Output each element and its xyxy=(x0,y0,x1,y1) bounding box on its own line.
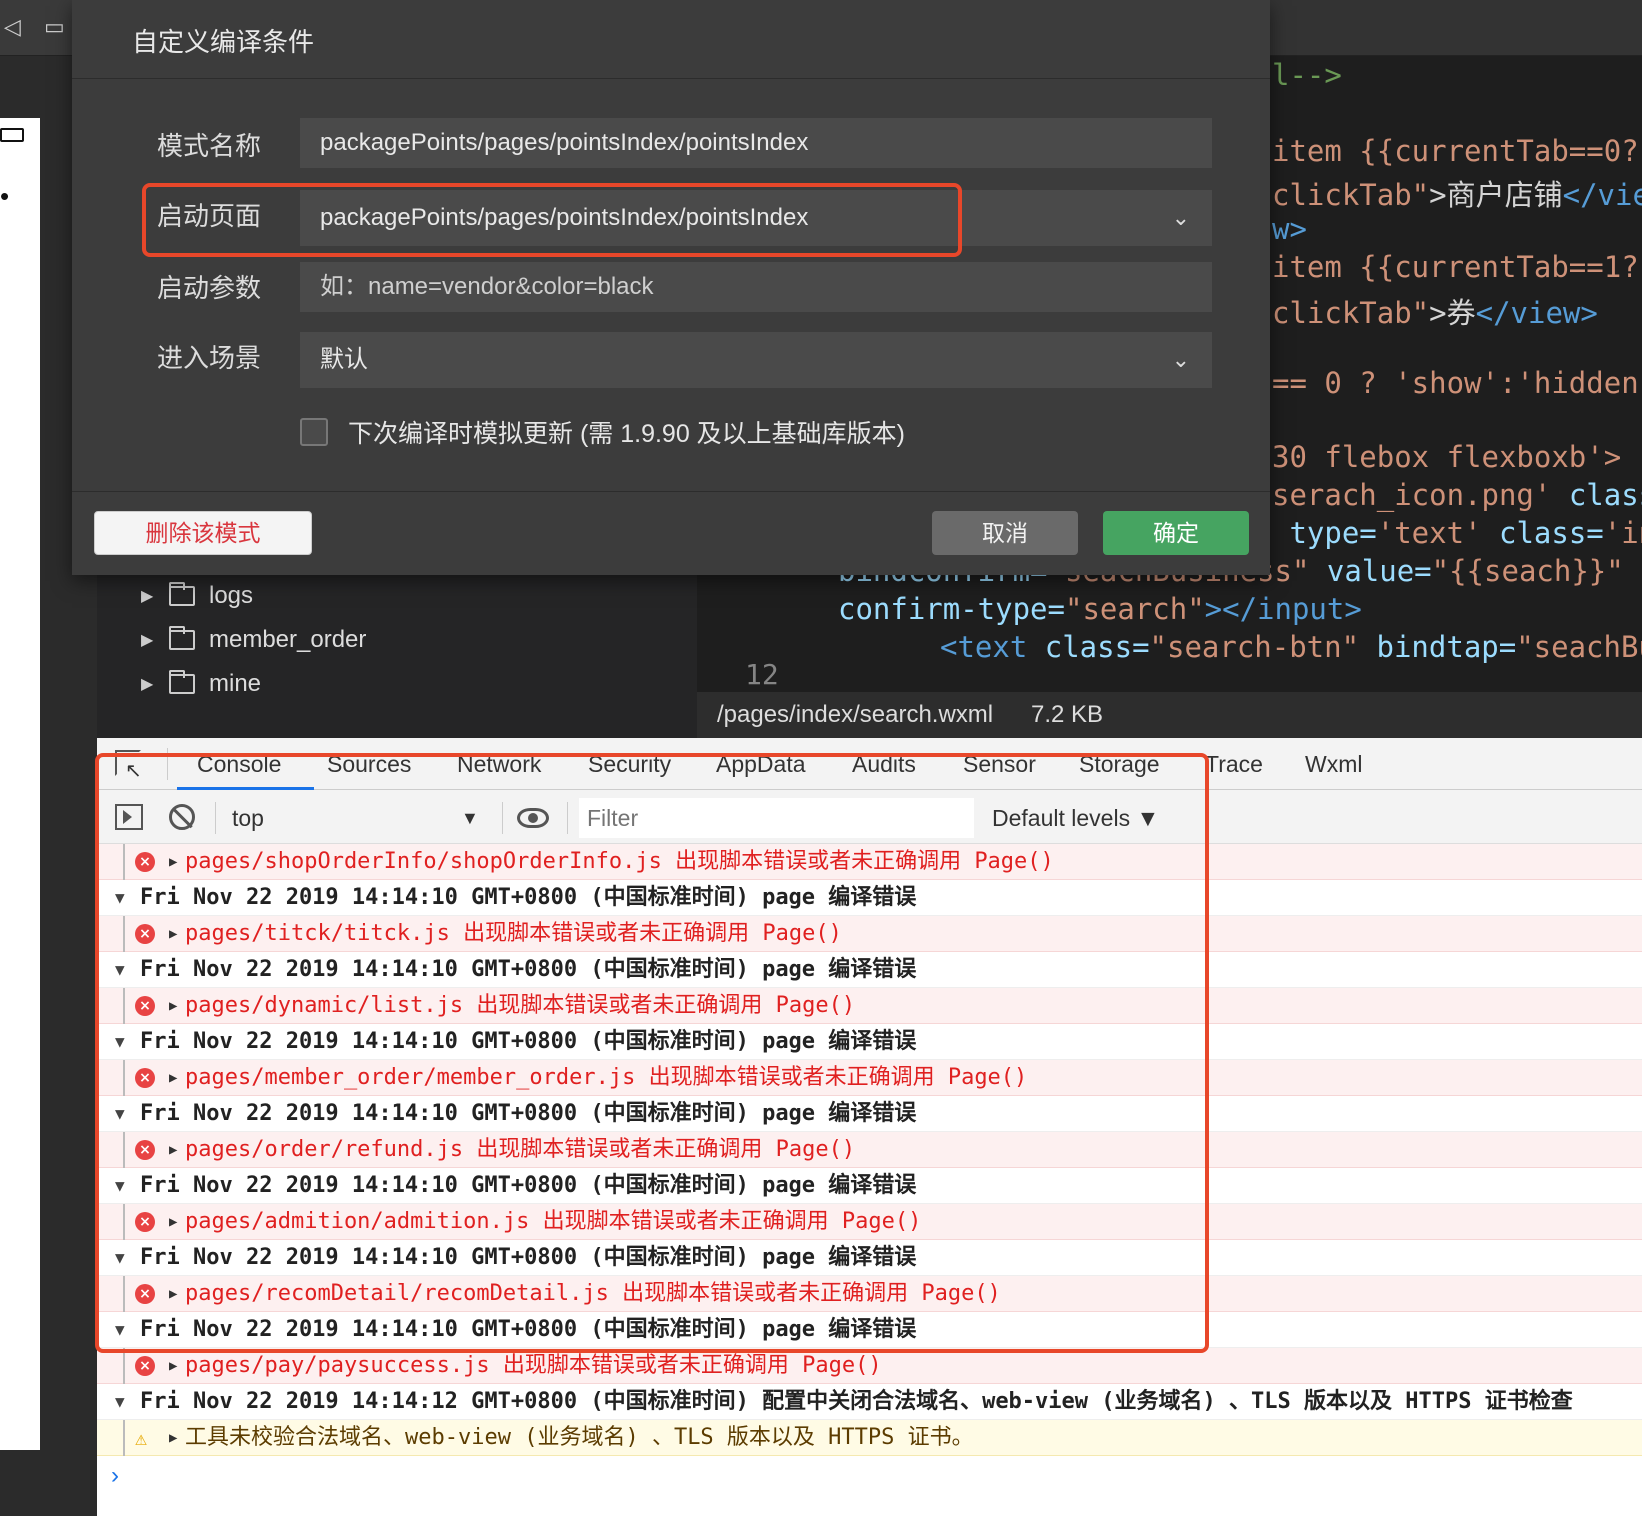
console-prompt[interactable]: › xyxy=(111,1462,119,1490)
confirm-button[interactable]: 确定 xyxy=(1103,511,1249,555)
tab-wxml[interactable]: Wxml xyxy=(1305,738,1362,790)
folder-icon xyxy=(169,626,195,650)
code-line: type='text' class='in xyxy=(1272,516,1642,550)
tree-folder-mine[interactable]: ▶ mine xyxy=(141,664,261,704)
code-line: item {{currentTab==1?' xyxy=(1272,250,1642,284)
code-line: clickTab">券</view> xyxy=(1272,296,1598,330)
mode-name-input[interactable]: packagePoints/pages/pointsIndex/pointsIn… xyxy=(300,118,1212,168)
code-line: 30 flebox flexboxb'> xyxy=(1272,440,1622,474)
more-dots-icon[interactable]: • xyxy=(0,183,9,209)
folder-icon xyxy=(169,582,195,606)
simulate-update-checkbox[interactable] xyxy=(300,418,328,446)
code-line: == 0 ? 'show':'hidden' xyxy=(1272,366,1642,400)
volume-icon[interactable]: ◁ xyxy=(4,14,21,40)
group-title: Fri Nov 22 2019 14:14:12 GMT+0800 (中国标准时… xyxy=(140,1389,1573,1414)
code-line: l--> xyxy=(1272,58,1342,92)
tree-folder-member-order[interactable]: ▶ member_order xyxy=(141,620,366,660)
editor-tab-bar xyxy=(1270,0,1642,56)
divider xyxy=(72,491,1270,492)
code-line: <text class="search-btn" bindtap="seachB… xyxy=(940,630,1642,664)
code-line: w> xyxy=(1272,212,1307,246)
file-tree: ▶ logs ▶ member_order ▶ mine xyxy=(97,568,697,738)
launch-params-input[interactable]: 如：name=vendor&color=black xyxy=(300,262,1212,312)
file-path: /pages/index/search.wxml xyxy=(717,701,994,728)
battery-icon xyxy=(0,128,24,142)
chevron-right-icon: ▶ xyxy=(141,632,154,649)
window-icon[interactable]: ▭ xyxy=(44,14,65,40)
error-message: pages/pay/paysuccess.js 出现脚本错误或者未正确调用 Pa… xyxy=(185,1353,882,1378)
launch-page-highlight-box xyxy=(142,183,962,257)
code-line: serach_icon.png' class xyxy=(1272,478,1642,512)
custom-compile-dialog: 自定义编译条件 模式名称 packagePoints/pages/pointsI… xyxy=(72,0,1270,575)
warning-message: 工具未校验合法域名、web-view (业务域名) 、TLS 版本以及 HTTP… xyxy=(185,1425,974,1450)
chevron-right-icon: ▶ xyxy=(141,676,154,693)
log-warning-row[interactable]: ⚠ ▶ 工具未校验合法域名、web-view (业务域名) 、TLS 版本以及 … xyxy=(97,1420,1642,1456)
error-icon: × xyxy=(135,1356,155,1376)
chevron-right-icon: ▶ xyxy=(141,588,154,605)
chevron-down-icon: ⌄ xyxy=(1171,347,1190,372)
log-group-header[interactable]: ▼ Fri Nov 22 2019 14:14:12 GMT+0800 (中国标… xyxy=(97,1384,1642,1420)
code-line: confirm-type="search"></input> xyxy=(838,592,1362,626)
mode-name-label: 模式名称 xyxy=(157,131,262,161)
scene-label: 进入场景 xyxy=(157,343,262,373)
tree-folder-logs[interactable]: ▶ logs xyxy=(141,576,253,616)
simulator-panel xyxy=(0,118,40,1450)
tree-folder-label: logs xyxy=(209,582,254,609)
simulate-update-label: 下次编译时模拟更新 (需 1.9.90 及以上基础库版本) xyxy=(348,420,905,448)
console-highlight-box xyxy=(95,753,1209,1353)
warning-icon: ⚠ xyxy=(135,1426,148,1450)
delete-mode-button[interactable]: 删除该模式 xyxy=(94,511,312,555)
collapse-arrow-icon[interactable]: ▼ xyxy=(115,1384,125,1420)
expand-arrow-icon[interactable]: ▶ xyxy=(169,1420,177,1456)
chevron-down-icon: ⌄ xyxy=(1171,205,1190,230)
line-number: 12 xyxy=(745,658,779,691)
tree-folder-label: member_order xyxy=(209,626,367,653)
tab-trace[interactable]: Trace xyxy=(1205,738,1263,790)
dialog-title: 自定义编译条件 xyxy=(132,27,315,57)
scene-select[interactable]: 默认 ⌄ xyxy=(300,332,1212,388)
launch-params-label: 启动参数 xyxy=(157,273,262,303)
top-toolbar-strip: ◁ ▭ xyxy=(0,0,72,56)
expand-arrow-icon[interactable]: ▶ xyxy=(169,1348,177,1384)
code-line: clickTab">商户店铺</view xyxy=(1272,178,1642,212)
divider xyxy=(72,78,1270,79)
folder-icon xyxy=(169,670,195,694)
cancel-button[interactable]: 取消 xyxy=(932,511,1078,555)
file-size: 7.2 KB xyxy=(1031,701,1104,728)
scene-value: 默认 xyxy=(320,346,368,373)
tree-folder-label: mine xyxy=(209,670,262,697)
log-error-row[interactable]: × ▶ pages/pay/paysuccess.js 出现脚本错误或者未正确调… xyxy=(97,1348,1642,1384)
editor-statusbar: /pages/index/search.wxml 7.2 KB xyxy=(697,692,1642,738)
code-line: item {{currentTab==0?' xyxy=(1272,134,1642,168)
